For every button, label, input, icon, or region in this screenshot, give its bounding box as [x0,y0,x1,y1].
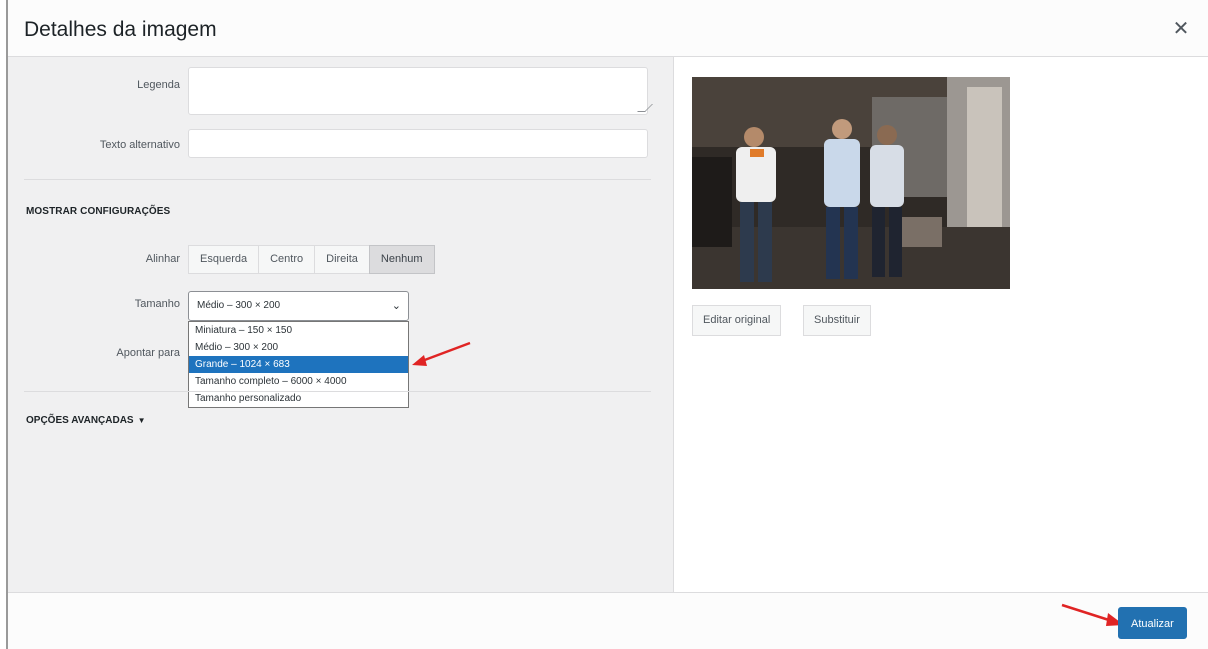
display-settings-heading: MOSTRAR CONFIGURAÇÕES [26,206,171,217]
align-center-button[interactable]: Centro [258,245,316,274]
triangle-down-icon: ▼ [137,416,146,425]
photo-scene [692,77,1010,289]
divider [24,179,651,180]
edit-original-button[interactable]: Editar original [692,305,782,336]
window-edge [0,0,8,649]
align-right-button[interactable]: Direita [314,245,370,274]
align-label: Alinhar [145,253,180,265]
resize-handle-icon[interactable] [637,104,653,112]
dialog-header: Detalhes da imagem ✕ [8,0,1208,57]
replace-button[interactable]: Substituir [803,305,871,336]
image-thumbnail [692,77,1010,289]
size-dropdown-list: Miniatura – 150 × 150 Médio – 300 × 200 … [188,321,409,408]
alt-text-field[interactable] [188,129,648,158]
caption-field[interactable] [188,67,653,115]
size-option-full[interactable]: Tamanho completo – 6000 × 4000 [189,373,408,390]
size-option-medium[interactable]: Médio – 300 × 200 [189,339,408,356]
advanced-options-label: OPÇÕES AVANÇADAS [26,415,134,426]
align-left-button[interactable]: Esquerda [188,245,260,274]
close-icon[interactable]: ✕ [1168,16,1194,42]
update-button[interactable]: Atualizar [1118,607,1187,639]
dialog-title: Detalhes da imagem [24,18,217,41]
size-option-custom[interactable]: Tamanho personalizado [189,390,408,407]
annotation-arrow-icon [412,341,471,366]
size-option-thumbnail[interactable]: Miniatura – 150 × 150 [189,322,408,339]
attachment-settings-panel: Legenda Texto alternativo MOSTRAR CONFIG… [8,57,673,592]
advanced-options-toggle[interactable]: OPÇÕES AVANÇADAS ▼ [26,415,146,426]
alt-text-label: Texto alternativo [99,139,180,151]
divider [24,391,651,392]
size-label: Tamanho [134,298,180,310]
link-to-label: Apontar para [116,347,180,359]
size-select[interactable]: Médio – 300 × 200 ⌄ [188,291,409,321]
image-preview-panel: Editar original Substituir [673,57,1208,592]
chevron-down-icon: ⌄ [391,300,401,312]
align-button-group: Esquerda Centro Direita Nenhum [188,245,435,274]
size-select-value: Médio – 300 × 200 [197,300,281,311]
size-option-large[interactable]: Grande – 1024 × 683 [189,356,408,373]
dialog-footer: Atualizar [8,592,1208,649]
align-none-button[interactable]: Nenhum [368,245,435,274]
caption-label: Legenda [137,79,180,91]
